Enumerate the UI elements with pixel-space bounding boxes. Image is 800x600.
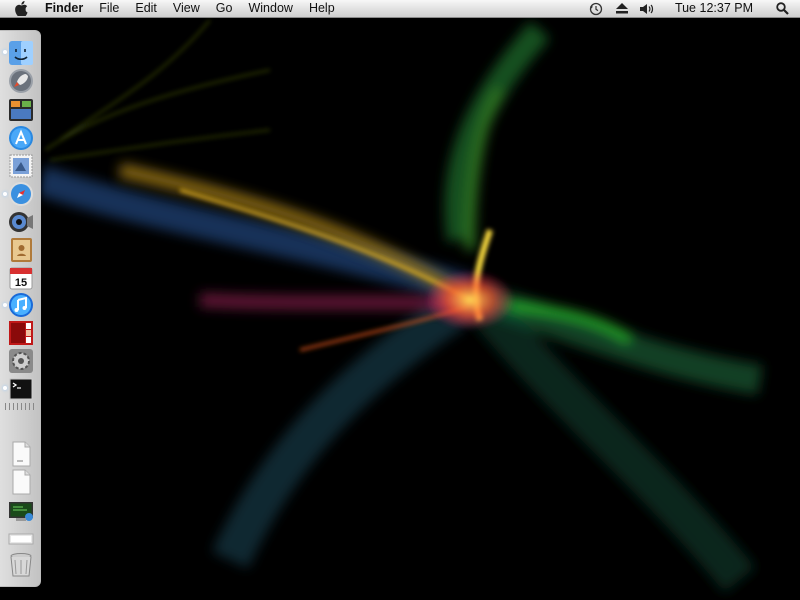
dock: 15 — [0, 30, 41, 587]
facetime-camera-icon — [9, 212, 33, 232]
dock-mission-control[interactable] — [8, 97, 34, 123]
rocket-icon — [9, 69, 33, 93]
finder-icon — [9, 41, 33, 65]
dock-app-store[interactable] — [8, 125, 34, 151]
menu-clock[interactable]: Tue 12:37 PM — [667, 0, 761, 17]
volume-icon[interactable] — [640, 1, 656, 17]
dock-screen-sharing[interactable] — [8, 498, 34, 524]
dock-facetime[interactable] — [8, 209, 34, 235]
dock-downloads-stack[interactable] — [8, 525, 34, 551]
dock-itunes[interactable] — [8, 292, 34, 318]
menu-edit[interactable]: Edit — [127, 0, 165, 17]
dock-trash[interactable] — [8, 552, 34, 578]
menu-view[interactable]: View — [165, 0, 208, 17]
dock-terminal[interactable] — [8, 376, 34, 402]
menu-help[interactable]: Help — [301, 0, 343, 17]
desktop[interactable] — [0, 0, 800, 600]
dock-separator[interactable] — [5, 403, 35, 410]
dock-address-book[interactable] — [8, 237, 34, 263]
dock-system-preferences[interactable] — [8, 348, 34, 374]
itunes-note-icon — [9, 293, 33, 317]
menu-extras: Tue 12:37 PM — [583, 0, 800, 17]
dock-photo-booth[interactable] — [8, 320, 34, 346]
aurora-wallpaper — [0, 0, 800, 600]
dock-safari[interactable] — [8, 181, 34, 207]
address-book-icon — [11, 238, 32, 262]
running-indicator — [3, 303, 7, 307]
menu-file[interactable]: File — [91, 0, 127, 17]
dock-finder[interactable] — [8, 40, 34, 66]
app-store-icon — [9, 126, 33, 150]
eject-icon[interactable] — [614, 1, 630, 17]
document-icon — [12, 469, 31, 495]
dock-ical[interactable]: 15 — [8, 265, 34, 291]
menu-app-finder[interactable]: Finder — [41, 0, 91, 17]
screen-sharing-icon — [9, 502, 33, 521]
running-indicator — [3, 192, 7, 196]
safari-compass-icon — [9, 182, 33, 206]
dock-launchpad[interactable] — [8, 68, 34, 94]
running-indicator — [3, 386, 7, 390]
dock-mail[interactable] — [8, 153, 34, 179]
apple-logo-icon — [14, 1, 27, 16]
spotlight-search-icon[interactable] — [774, 1, 790, 17]
running-indicator — [3, 50, 7, 54]
menu-bar: Finder File Edit View Go Window Help Tue… — [0, 0, 800, 18]
document-icon — [12, 441, 31, 467]
dock-document-2[interactable] — [8, 469, 34, 495]
apple-menu[interactable] — [13, 1, 29, 17]
dock-document-1[interactable] — [8, 441, 34, 467]
mail-stamp-icon — [9, 154, 33, 178]
time-machine-icon[interactable] — [588, 1, 604, 17]
menu-go[interactable]: Go — [208, 0, 241, 17]
trash-icon — [10, 553, 32, 577]
photo-booth-icon — [9, 321, 33, 345]
menu-window[interactable]: Window — [240, 0, 300, 17]
mission-control-icon — [9, 99, 33, 121]
calendar-day-number: 15 — [15, 277, 27, 289]
system-preferences-gear-icon — [9, 349, 33, 373]
calendar-icon: 15 — [9, 267, 33, 290]
stack-folder-icon — [8, 533, 34, 545]
terminal-icon — [9, 378, 33, 400]
